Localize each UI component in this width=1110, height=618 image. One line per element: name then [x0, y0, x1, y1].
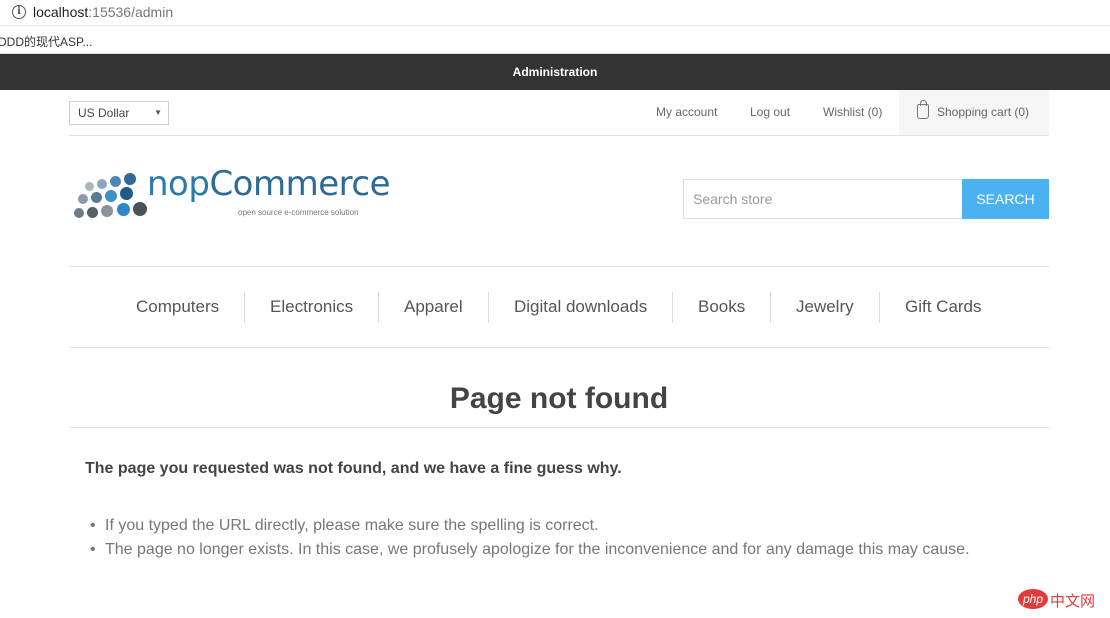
currency-selector[interactable]: US Dollar ▼: [69, 101, 169, 125]
top-menu: Computers Electronics Apparel Digital do…: [69, 266, 1049, 348]
logo-dot: [97, 179, 107, 189]
logo-word-nop: nop: [147, 164, 210, 204]
logo-dot: [124, 173, 136, 185]
logo-dot: [78, 194, 88, 204]
administration-link[interactable]: Administration: [513, 54, 598, 90]
log-out-link[interactable]: Log out: [750, 105, 790, 119]
watermark-cn: 中文网: [1050, 593, 1096, 610]
url-path: :15536/admin: [88, 4, 174, 20]
menu-separator: [770, 292, 771, 323]
logo-dot: [133, 202, 147, 216]
list-item: If you typed the URL directly, please ma…: [90, 514, 970, 538]
logo-word-commerce: Commerce: [209, 164, 390, 204]
admin-header: Administration: [0, 54, 1110, 90]
bookmark-bar: DDD的现代ASP...: [0, 27, 1110, 54]
menu-item-jewelry[interactable]: Jewelry: [796, 297, 854, 317]
logo-dot: [117, 203, 130, 216]
menu-separator: [378, 292, 379, 323]
search-input[interactable]: Search store: [683, 179, 963, 219]
logo-tagline: open source e-commerce solution: [238, 208, 359, 217]
logo-dot: [85, 182, 94, 191]
title-divider: [69, 427, 1049, 428]
url-text[interactable]: localhost:15536/admin: [33, 4, 173, 20]
logo-dot: [120, 187, 133, 200]
menu-separator: [879, 292, 880, 323]
bookmark-item[interactable]: DDD的现代ASP...: [0, 33, 92, 50]
address-bar[interactable]: i localhost:15536/admin: [0, 0, 1110, 26]
dropdown-arrow-icon: ▼: [154, 108, 162, 117]
wishlist-link[interactable]: Wishlist (0): [823, 105, 882, 119]
error-reasons-list: If you typed the URL directly, please ma…: [90, 514, 970, 562]
logo-dot: [105, 190, 117, 202]
info-icon[interactable]: i: [12, 5, 26, 19]
menu-separator: [488, 292, 489, 323]
menu-item-books[interactable]: Books: [698, 297, 745, 317]
menu-item-apparel[interactable]: Apparel: [404, 297, 463, 317]
currency-value: US Dollar: [78, 106, 130, 120]
menu-item-computers[interactable]: Computers: [136, 297, 219, 317]
list-item: The page no longer exists. In this case,…: [90, 538, 970, 562]
nopcommerce-logo[interactable]: nopCommerce open source e-commerce solut…: [73, 164, 390, 226]
menu-item-gift-cards[interactable]: Gift Cards: [905, 297, 982, 317]
logo-dot: [110, 176, 121, 187]
my-account-link[interactable]: My account: [656, 105, 717, 119]
error-lead-text: The page you requested was not found, an…: [85, 460, 622, 477]
logo-dot: [74, 208, 84, 218]
shopping-cart-label: Shopping cart (0): [937, 105, 1030, 119]
search-button[interactable]: SEARCH: [962, 179, 1049, 219]
logo-wordmark: nopCommerce: [147, 164, 390, 204]
page-title: Page not found: [449, 382, 669, 415]
url-host: localhost: [33, 4, 89, 20]
shopping-cart-link[interactable]: Shopping cart (0): [899, 90, 1049, 135]
watermark-php: php: [1018, 589, 1048, 609]
menu-separator: [244, 292, 245, 323]
logo-dot: [101, 205, 113, 217]
menu-item-digital-downloads[interactable]: Digital downloads: [514, 297, 647, 317]
watermark: php 中文网: [1018, 589, 1102, 611]
logo-dot: [87, 207, 98, 218]
menu-separator: [672, 292, 673, 323]
shopping-bag-icon: [917, 100, 929, 119]
logo-dot: [91, 192, 102, 203]
header-links: US Dollar ▼ My account Log out Wishlist …: [69, 90, 1049, 136]
menu-item-electronics[interactable]: Electronics: [270, 297, 353, 317]
